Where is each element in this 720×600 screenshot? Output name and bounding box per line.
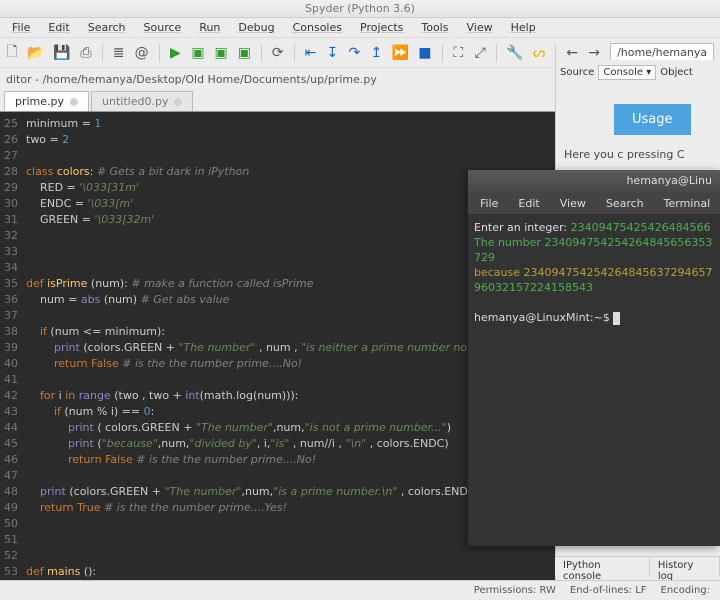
- cursor-icon: [613, 312, 620, 325]
- close-icon[interactable]: [70, 98, 78, 106]
- tab-untitled[interactable]: untitled0.py: [91, 91, 193, 111]
- run-cell-advance-icon[interactable]: ▣: [215, 45, 228, 61]
- usage-button[interactable]: Usage: [614, 104, 691, 135]
- terminal-window[interactable]: hemanya@Linu File Edit View Search Termi…: [468, 170, 720, 546]
- status-encoding: Encoding:: [661, 585, 710, 596]
- bottom-tabs: IPython console History log: [555, 556, 720, 576]
- list-icon[interactable]: ≣: [113, 45, 125, 61]
- refresh-icon[interactable]: ⟳: [272, 45, 284, 61]
- status-permissions: Permissions: RW: [474, 585, 556, 596]
- fullscreen-icon[interactable]: ⤢: [474, 45, 486, 61]
- at-icon[interactable]: @: [135, 45, 149, 61]
- source-select[interactable]: Console ▾: [598, 65, 656, 80]
- statusbar: Permissions: RW End-of-lines: LF Encodin…: [0, 580, 720, 600]
- back-icon[interactable]: ←: [566, 45, 578, 61]
- term-menu-search[interactable]: Search: [598, 195, 652, 212]
- terminal-output[interactable]: Enter an integer: 23409475425426484566 T…: [468, 214, 720, 331]
- code-content[interactable]: minimum = 1 two = 2 class colors: # Gets…: [26, 116, 498, 580]
- editor-path: ditor - /home/hemanya/Desktop/Old Home/D…: [6, 73, 377, 86]
- menu-tools[interactable]: Tools: [413, 19, 456, 36]
- object-label: Object: [660, 67, 693, 78]
- debug-step-icon[interactable]: ⇤: [304, 45, 316, 61]
- preferences-icon[interactable]: 🔧: [507, 45, 523, 61]
- menu-debug[interactable]: Debug: [230, 19, 282, 36]
- menu-file[interactable]: File: [4, 19, 38, 36]
- menu-help[interactable]: Help: [503, 19, 544, 36]
- sep: [261, 44, 262, 62]
- status-eol: End-of-lines: LF: [570, 585, 647, 596]
- debug-continue-icon[interactable]: ⏩: [392, 45, 408, 61]
- term-menu-edit[interactable]: Edit: [510, 195, 547, 212]
- pythonpath-icon[interactable]: ᔕ: [533, 45, 545, 61]
- tab-prime[interactable]: prime.py: [4, 91, 89, 111]
- line-gutter: 25 26 27 28 29 30 31 32 33 34 35 36 37 3…: [0, 112, 22, 580]
- help-source-row: Source Console ▾ Object: [556, 60, 720, 84]
- menu-projects[interactable]: Projects: [352, 19, 411, 36]
- debug-stop-icon[interactable]: ■: [418, 45, 431, 61]
- tab-history[interactable]: History log: [650, 557, 720, 576]
- menu-source[interactable]: Source: [136, 19, 190, 36]
- term-menu-file[interactable]: File: [472, 195, 506, 212]
- main-menubar: File Edit Search Source Run Debug Consol…: [0, 18, 720, 38]
- source-label: Source: [560, 67, 594, 78]
- window-title: Spyder (Python 3.6): [0, 0, 720, 18]
- debug-out-icon[interactable]: ↥: [370, 45, 382, 61]
- maximize-icon[interactable]: ⛶: [452, 45, 464, 61]
- sep: [442, 44, 443, 62]
- sep: [555, 44, 556, 62]
- tab-ipython[interactable]: IPython console: [555, 557, 650, 576]
- save-all-icon[interactable]: ⎙: [80, 45, 92, 61]
- sep: [496, 44, 497, 62]
- term-menu-terminal[interactable]: Terminal: [656, 195, 719, 212]
- run-icon[interactable]: ▶: [169, 45, 181, 61]
- debug-into-icon[interactable]: ↧: [326, 45, 338, 61]
- open-file-icon[interactable]: 📂: [28, 45, 44, 61]
- terminal-title: hemanya@Linu: [468, 170, 720, 192]
- run-selection-icon[interactable]: ▣: [238, 45, 251, 61]
- run-cell-icon[interactable]: ▣: [191, 45, 204, 61]
- menu-view[interactable]: View: [458, 19, 500, 36]
- menu-edit[interactable]: Edit: [40, 19, 77, 36]
- close-icon[interactable]: [174, 98, 182, 106]
- save-icon[interactable]: 💾: [54, 45, 70, 61]
- sep: [159, 44, 160, 62]
- forward-icon[interactable]: →: [588, 45, 600, 61]
- debug-over-icon[interactable]: ↷: [348, 45, 360, 61]
- help-body: Here you c pressing C: [556, 135, 720, 174]
- menu-consoles[interactable]: Consoles: [285, 19, 350, 36]
- menu-search[interactable]: Search: [80, 19, 134, 36]
- sep: [294, 44, 295, 62]
- term-menu-view[interactable]: View: [552, 195, 594, 212]
- new-file-icon[interactable]: 🗋: [6, 45, 18, 61]
- menu-run[interactable]: Run: [191, 19, 228, 36]
- terminal-menubar: File Edit View Search Terminal Help: [468, 192, 720, 214]
- sep: [102, 44, 103, 62]
